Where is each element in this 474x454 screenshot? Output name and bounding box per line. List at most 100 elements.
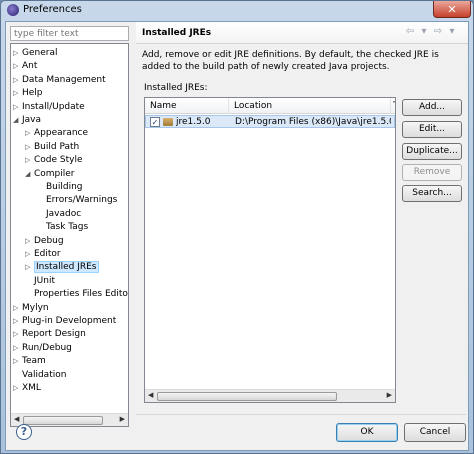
- expand-arrow-icon[interactable]: ▷: [25, 235, 34, 248]
- tree-item[interactable]: ◢ Compiler: [25, 168, 75, 181]
- forward-arrow-icon[interactable]: ⇨: [432, 26, 444, 37]
- tree-item[interactable]: ▷ Ant: [13, 60, 37, 73]
- collapse-arrow-icon[interactable]: ◢: [13, 114, 22, 127]
- tree-item[interactable]: ▷ Code Style: [25, 154, 83, 167]
- remove-button[interactable]: Remove: [402, 164, 462, 181]
- tree-item-label: Install/Update: [22, 101, 85, 112]
- ok-button[interactable]: OK: [336, 423, 398, 442]
- tree-item[interactable]: ▷ Mylyn: [13, 302, 49, 315]
- add-button[interactable]: Add...: [402, 99, 462, 116]
- tree-item-label: Compiler: [34, 168, 75, 179]
- tree-item-label: Javadoc: [46, 208, 82, 219]
- tree-item[interactable]: ▷ Help: [13, 87, 43, 100]
- tree-item[interactable]: ▷ XML: [13, 382, 41, 395]
- tree-item-label: Team: [22, 356, 46, 367]
- expand-arrow-icon[interactable]: ▷: [13, 342, 22, 355]
- scroll-left-icon[interactable]: ◀: [14, 415, 19, 423]
- history-nav: ⇦ ▾ ⇨ ▾: [404, 26, 458, 37]
- back-arrow-icon[interactable]: ⇦: [404, 26, 416, 37]
- tree-item[interactable]: Properties Files Edito: [25, 288, 128, 301]
- expand-arrow-icon[interactable]: ▷: [25, 154, 34, 167]
- expand-arrow-icon[interactable]: ▷: [13, 382, 22, 395]
- tree-item[interactable]: ▷ General: [13, 47, 57, 60]
- scroll-thumb[interactable]: [157, 392, 337, 401]
- page-title: Installed JREs: [142, 28, 212, 38]
- tree-item-label: Installed JREs: [34, 261, 99, 274]
- tree-item[interactable]: ▷ Team: [13, 355, 46, 368]
- table-horizontal-scrollbar[interactable]: ◀ ▶: [145, 389, 395, 402]
- tree-item-label: Appearance: [34, 128, 89, 139]
- column-header-name[interactable]: Name: [145, 98, 229, 114]
- dialog-client-area: ▷General▷Ant▷Data Management▷Help▷Instal…: [5, 21, 469, 451]
- tree-item-label: Ant: [22, 61, 38, 72]
- tree-item[interactable]: ▷ Build Path: [25, 141, 79, 154]
- tree-item-label: Code Style: [34, 155, 83, 166]
- tree-item[interactable]: ▷ Appearance: [25, 127, 88, 140]
- expand-arrow-icon[interactable]: ▷: [25, 248, 34, 261]
- tree-item-label: Report Design: [22, 329, 86, 340]
- expand-arrow-icon[interactable]: ▷: [13, 302, 22, 315]
- tree-item-label: Plug-in Development: [22, 316, 117, 326]
- tree-item[interactable]: Building: [37, 181, 83, 194]
- tree-item-label: Data Management: [22, 74, 106, 85]
- tree-item[interactable]: ▷ Report Design: [13, 328, 86, 341]
- tree-item[interactable]: ▷ Install/Update: [13, 101, 85, 114]
- close-button[interactable]: ✕: [433, 1, 471, 18]
- eclipse-app-icon: [7, 4, 19, 16]
- expand-arrow-icon[interactable]: ▷: [13, 47, 22, 60]
- edit-button[interactable]: Edit...: [402, 121, 462, 138]
- table-header: Name Location T: [145, 98, 395, 114]
- expand-arrow-icon[interactable]: ▷: [13, 328, 22, 341]
- tree-item[interactable]: ▷ Installed JREs: [25, 261, 99, 274]
- scroll-right-icon[interactable]: ▶: [387, 391, 392, 399]
- filter-input[interactable]: [10, 26, 129, 41]
- tree-item-label: JUnit: [34, 275, 55, 286]
- tree-item-label: Validation: [22, 369, 67, 380]
- tree-item[interactable]: JUnit: [25, 275, 55, 288]
- column-header-type[interactable]: T: [391, 98, 395, 114]
- tree-item[interactable]: Javadoc: [37, 208, 81, 221]
- tree-item[interactable]: ▷ Data Management: [13, 74, 106, 87]
- expand-arrow-icon[interactable]: ▷: [13, 101, 22, 114]
- tree-item[interactable]: ▷ Run/Debug: [13, 342, 72, 355]
- tree-horizontal-scrollbar[interactable]: ◀ ▶: [11, 413, 128, 426]
- tree-item[interactable]: Validation: [13, 369, 66, 382]
- collapse-arrow-icon[interactable]: ◢: [25, 168, 34, 181]
- tree-item[interactable]: ▷ Plug-in Development: [13, 315, 116, 328]
- search-button[interactable]: Search...: [402, 185, 462, 202]
- expand-arrow-icon[interactable]: ▷: [13, 355, 22, 368]
- expand-arrow-icon[interactable]: ▷: [13, 87, 22, 100]
- tree-item-label: Errors/Warnings: [46, 195, 118, 206]
- title-bar[interactable]: Preferences ✕: [1, 1, 473, 20]
- scroll-right-icon[interactable]: ▶: [120, 415, 125, 423]
- table-row[interactable]: ✓ jre1.5.0 D:\Program Files (x86)\Java\j…: [145, 115, 395, 128]
- column-header-location[interactable]: Location: [229, 98, 391, 114]
- expand-arrow-icon[interactable]: ▷: [13, 315, 22, 328]
- help-icon[interactable]: ?: [16, 424, 32, 440]
- expand-arrow-icon[interactable]: ▷: [25, 127, 34, 140]
- tree-item-label: Build Path: [34, 141, 80, 152]
- tree-item[interactable]: ▷ Editor: [25, 248, 61, 261]
- scroll-left-icon[interactable]: ◀: [148, 391, 153, 399]
- expand-arrow-icon[interactable]: ▷: [13, 60, 22, 73]
- expand-arrow-icon[interactable]: ▷: [13, 74, 22, 87]
- scroll-thumb[interactable]: [23, 416, 103, 425]
- preference-tree[interactable]: ▷ General ▷ Ant ▷ Data Management ▷ Help ▷ Instal…: [10, 43, 129, 427]
- tree-item-label: Debug: [34, 235, 64, 246]
- expand-arrow-icon[interactable]: ▷: [25, 141, 34, 154]
- back-dropdown-icon[interactable]: ▾: [418, 26, 430, 37]
- expand-arrow-icon[interactable]: ▷: [25, 261, 34, 274]
- tree-item[interactable]: Errors/Warnings: [37, 194, 117, 207]
- duplicate-button[interactable]: Duplicate...: [402, 143, 462, 160]
- jre-library-icon: [163, 118, 173, 126]
- window-title: Preferences: [23, 4, 82, 15]
- tree-item[interactable]: ◢ Java: [13, 114, 41, 127]
- tree-item-label: Properties Files Edito: [34, 289, 128, 300]
- cancel-button[interactable]: Cancel: [404, 423, 466, 442]
- tree-item[interactable]: Task Tags: [37, 221, 88, 234]
- forward-dropdown-icon[interactable]: ▾: [446, 26, 458, 37]
- jre-table[interactable]: Name Location T ✓ jre1.5.0 D:\Program Fi…: [144, 97, 396, 403]
- pane-sash[interactable]: [132, 22, 136, 428]
- tree-item[interactable]: ▷ Debug: [25, 235, 64, 248]
- default-jre-checkbox[interactable]: ✓: [150, 117, 160, 127]
